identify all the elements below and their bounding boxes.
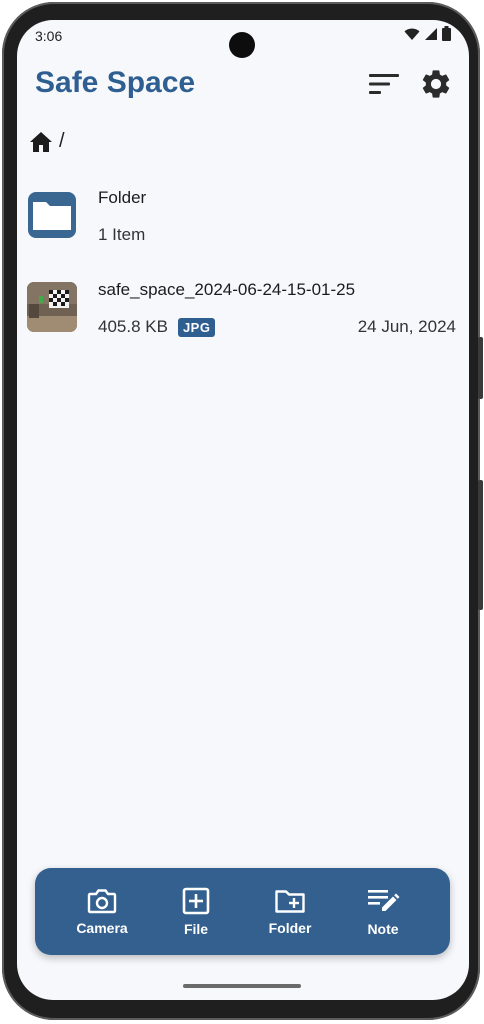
item-date: 24 Jun, 2024 [357,317,456,336]
breadcrumb: / [29,130,65,153]
file-list: Folder 1 Item safe_space_2024-06-24-15-0… [17,180,469,364]
status-time: 3:06 [35,28,63,44]
list-item-image[interactable]: safe_space_2024-06-24-15-01-25 405.8 KB … [17,272,469,364]
item-name: Folder [98,188,147,207]
item-subtitle: 1 Item [98,225,146,244]
list-item-folder[interactable]: Folder 1 Item [17,180,469,272]
note-button[interactable]: Note [338,868,428,955]
settings-button[interactable] [418,66,454,102]
camera-icon [87,888,117,913]
home-icon[interactable] [29,131,53,153]
sort-icon [369,74,399,94]
item-meta: 405.8 KB JPG [98,317,216,337]
status-icons [404,26,451,41]
edit-note-icon [368,889,400,911]
image-thumbnail [27,282,77,332]
item-size: 405.8 KB [98,317,168,336]
front-camera [229,32,255,58]
status-bar: 3:06 [17,20,469,58]
camera-label: Camera [76,919,128,936]
item-count: 1 Item [98,225,145,245]
file-label: File [183,920,209,937]
gear-icon [422,70,450,98]
create-folder-button[interactable]: Folder [245,868,335,955]
app-title: Safe Space [35,66,196,99]
bottom-action-bar: Camera File Folder Note [35,868,450,955]
breadcrumb-separator: / [59,130,65,152]
note-label: Note [367,920,399,937]
item-name: safe_space_2024-06-24-15-01-25 [98,280,356,299]
volume-button [478,480,483,610]
signal-icon [425,27,437,40]
camera-button[interactable]: Camera [57,868,147,955]
file-type-badge: JPG [177,317,216,337]
wifi-icon [404,28,420,40]
add-file-button[interactable]: File [151,868,241,955]
create-folder-icon [275,889,305,913]
battery-icon [442,26,451,41]
app-bar: Safe Space [17,60,469,110]
gesture-nav-handle[interactable] [183,984,301,988]
folder-icon [28,192,76,238]
phone-frame: 3:06 Safe Space / Folder 1 Item safe_spa… [2,2,483,1020]
power-button [478,337,483,399]
screen: 3:06 Safe Space / Folder 1 Item safe_spa… [17,20,469,1000]
add-box-icon [182,887,210,914]
sort-button[interactable] [366,66,402,102]
folder-label: Folder [268,919,312,936]
